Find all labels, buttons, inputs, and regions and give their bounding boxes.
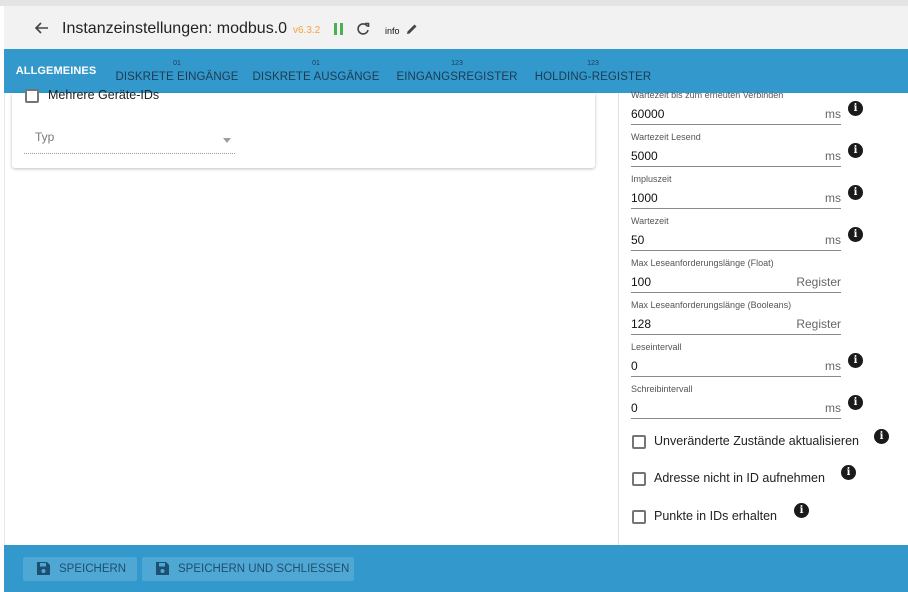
tab-diskrete-eingaenge[interactable]: 01 DISKRETE EINGÄNGE [108,49,246,93]
save-and-close-button[interactable]: SPEICHERN UND SCHLIESSEN [142,557,354,581]
update-unchanged-label: Unveränderte Zustände aktualisieren [654,434,859,448]
field-unit: ms [825,149,841,163]
wait-time-input[interactable]: 50 [631,233,644,247]
info-icon[interactable]: i [848,227,863,242]
field-underline [631,334,841,335]
info-icon[interactable]: i [848,143,863,158]
reconnect-timeout-input[interactable]: 60000 [631,107,664,121]
field-underline [631,208,841,209]
column-divider [618,93,619,545]
read-timeout-input[interactable]: 5000 [631,149,658,163]
field-label-read-timeout: Wartezeit Lesend [631,132,701,142]
chevron-down-icon [223,138,231,143]
reload-icon[interactable] [356,22,370,36]
field-label-read-interval: Leseintervall [631,342,682,352]
info-icon[interactable]: i [848,101,863,116]
info-icon[interactable]: i [848,185,863,200]
field-label-reconnect: Wartezeit bis zum erneuten Verbinden [631,90,784,100]
pause-icon[interactable] [333,23,344,35]
arrow-left-icon[interactable] [34,20,50,36]
no-address-in-id-checkbox[interactable] [632,472,646,486]
save-button[interactable]: SPEICHERN [23,557,137,581]
max-read-float-input[interactable]: 100 [631,275,651,289]
field-underline [631,292,841,293]
update-unchanged-checkbox[interactable] [632,435,646,449]
tab-type-label: 01 [312,60,320,67]
write-interval-input[interactable]: 0 [631,401,638,415]
field-unit: ms [825,401,841,415]
tab-allgemeines[interactable]: ALLGEMEINES [4,49,108,93]
field-unit: ms [825,191,841,205]
field-unit: ms [825,107,841,121]
field-underline [631,376,841,377]
typ-placeholder: Typ [35,130,55,144]
field-unit: Register [796,317,841,331]
tab-type-label: 123 [587,60,599,67]
field-label-wait-time: Wartezeit [631,216,669,226]
tab-type-label: 01 [173,60,181,67]
field-unit: ms [825,359,841,373]
info-link[interactable]: info [385,26,400,36]
tab-label: HOLDING-REGISTER [534,71,652,83]
tab-diskrete-ausgaenge[interactable]: 01 DISKRETE AUSGÄNGE [246,49,386,93]
tab-type-label: 123 [451,60,463,67]
info-icon[interactable]: i [874,429,889,444]
page-title: Instanzeinstellungen: modbus.0 [62,20,288,37]
field-underline [631,418,841,419]
floppy-disk-icon [37,562,50,575]
save-and-close-label: SPEICHERN UND SCHLIESSEN [178,563,350,575]
tab-label: EINGANGSREGISTER [396,71,518,83]
content-left-border [4,93,5,545]
tab-label: DISKRETE AUSGÄNGE [252,71,380,83]
tab-holding-register[interactable]: 123 HOLDING-REGISTER [528,49,658,93]
read-interval-input[interactable]: 0 [631,359,638,373]
footer-bar: SPEICHERN SPEICHERN UND SCHLIESSEN [4,545,908,592]
pencil-icon[interactable] [406,23,418,35]
tab-label: ALLGEMEINES [15,65,97,77]
field-unit: Register [796,275,841,289]
save-button-label: SPEICHERN [59,563,127,575]
tab-label: DISKRETE EINGÄNGE [115,71,239,83]
field-label-write-interval: Schreibintervall [631,384,693,394]
tab-bar: ALLGEMEINES 01 DISKRETE EINGÄNGE 01 DISK… [4,49,908,93]
typ-select[interactable]: Typ [24,120,235,154]
keep-dots-checkbox[interactable] [632,510,646,524]
field-label-max-float: Max Leseanforderungslänge (Float) [631,258,774,268]
field-label-max-bool: Max Leseanforderungslänge (Booleans) [631,300,792,310]
field-label-pulse-time: Impluszeit [631,174,672,184]
floppy-disk-icon [156,562,169,575]
max-read-bool-input[interactable]: 128 [631,317,651,331]
info-icon[interactable]: i [848,353,863,368]
info-icon[interactable]: i [841,465,856,480]
app-header: Instanzeinstellungen: modbus.0 v6.3.2 in… [4,6,908,49]
multi-ids-checkbox[interactable] [25,89,39,103]
version-badge: v6.3.2 [293,25,321,36]
tab-eingangsregister[interactable]: 123 EINGANGSREGISTER [386,49,528,93]
pulse-time-input[interactable]: 1000 [631,191,658,205]
keep-dots-label: Punkte in IDs erhalten [654,509,777,523]
field-underline [631,250,841,251]
info-icon[interactable]: i [848,395,863,410]
field-underline [631,166,841,167]
field-unit: ms [825,233,841,247]
no-address-in-id-label: Adresse nicht in ID aufnehmen [654,471,825,485]
field-underline [631,124,841,125]
info-icon[interactable]: i [794,503,809,518]
multi-ids-label: Mehrere Geräte-IDs [48,88,160,102]
